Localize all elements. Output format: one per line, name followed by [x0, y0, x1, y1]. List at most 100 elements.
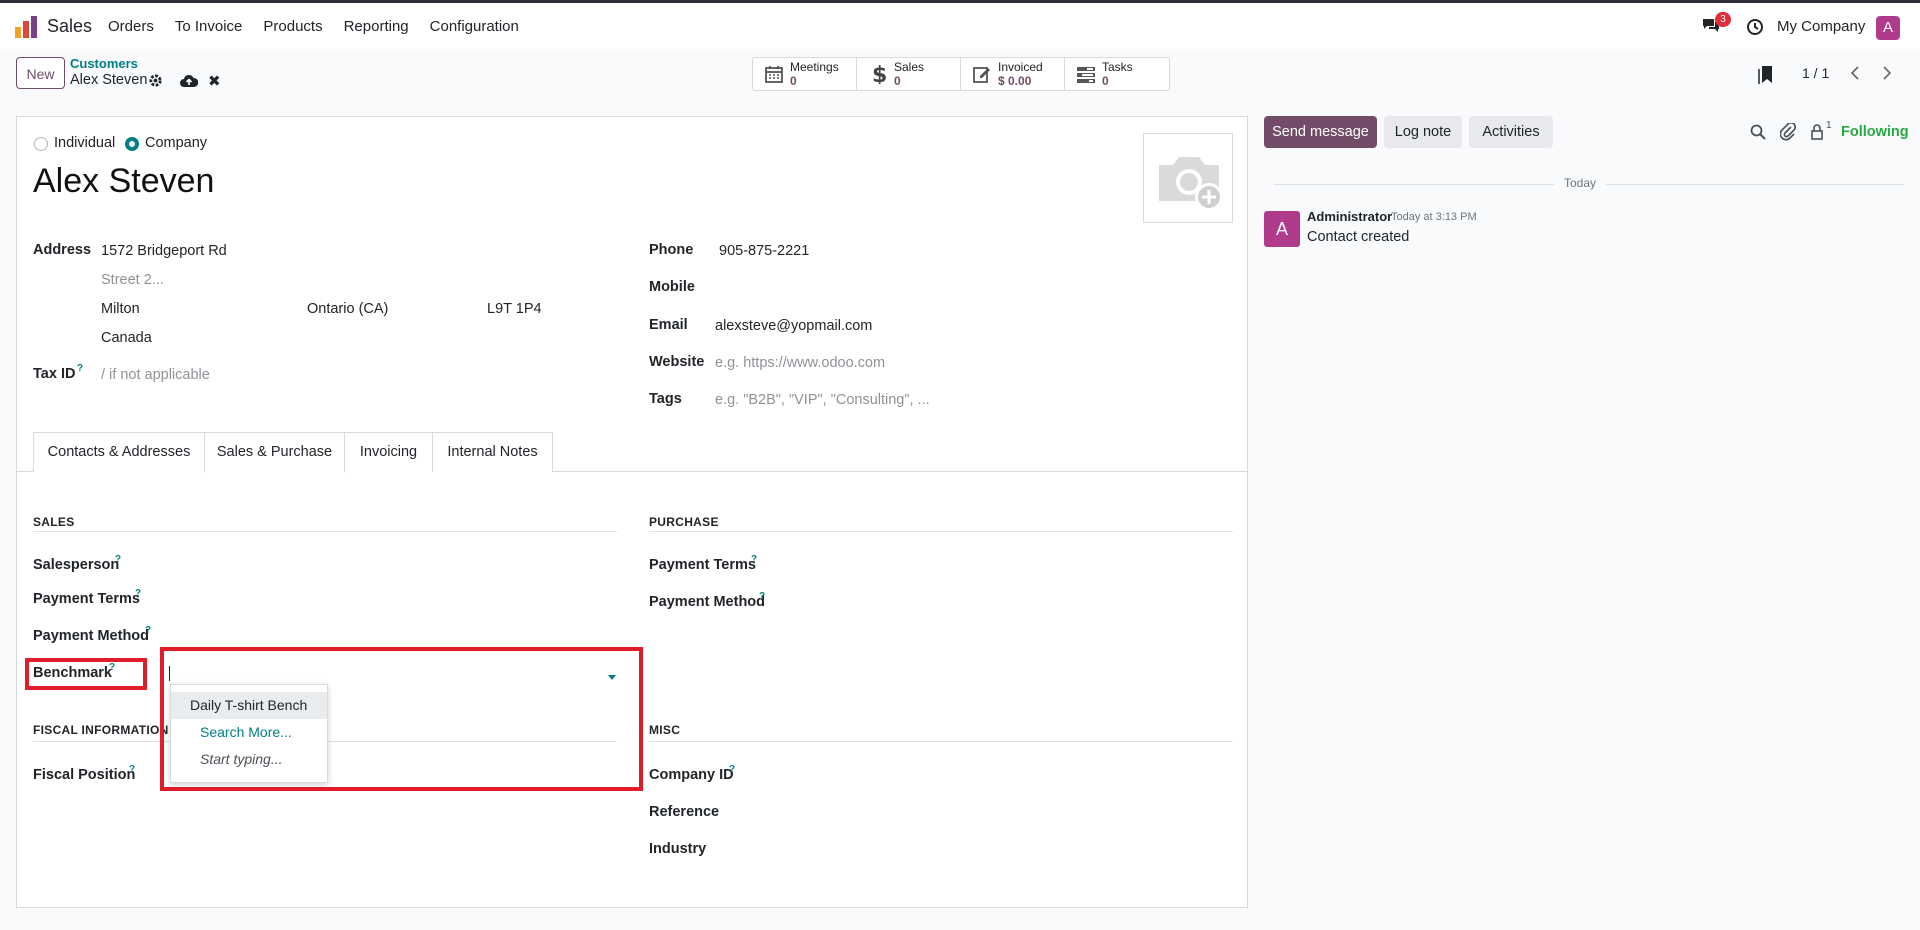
city-field[interactable]: Milton [101, 301, 140, 317]
phone-field[interactable]: 905-875-2221 [719, 243, 809, 259]
save-cloud-icon[interactable] [180, 74, 198, 88]
discard-icon[interactable]: ✖ [208, 72, 221, 90]
tags-label: Tags [649, 391, 682, 407]
app-name[interactable]: Sales [47, 16, 92, 37]
help-tooltip-icon[interactable]: ? [751, 554, 757, 565]
help-tooltip-icon[interactable]: ? [129, 764, 135, 775]
help-tooltip-icon[interactable]: ? [145, 625, 151, 636]
message-author-avatar[interactable]: A [1264, 211, 1300, 247]
form-sheet: Individual Company Alex Steven Address 1… [16, 116, 1248, 908]
sales-app-logo-icon[interactable] [14, 15, 38, 39]
gear-icon[interactable] [148, 73, 163, 88]
sales-payment-terms-label: Payment Terms [33, 591, 140, 607]
main-menu: Orders To Invoice Products Reporting Con… [108, 18, 540, 35]
invoiced-value: $ 0.00 [998, 74, 1032, 88]
message-body: Contact created [1307, 229, 1410, 245]
activities-button[interactable]: Activities [1469, 116, 1553, 148]
radio-company-label[interactable]: Company [145, 135, 207, 151]
fiscal-section-title: FISCAL INFORMATION [33, 723, 169, 737]
message-time: Today at 3:13 PM [1391, 211, 1477, 223]
website-label: Website [649, 354, 705, 370]
menu-products[interactable]: Products [263, 18, 322, 35]
salesperson-label: Salesperson [33, 557, 120, 573]
company-id-label: Company ID [649, 767, 734, 783]
tags-field[interactable]: e.g. "B2B", "VIP", "Consulting", ... [715, 392, 930, 408]
chatter-panel: Send message Log note Activities 1 Follo… [1264, 116, 1909, 816]
help-tooltip-icon[interactable]: ? [77, 363, 83, 374]
zip-field[interactable]: L9T 1P4 [487, 301, 542, 317]
sales-smart-button[interactable]: $ Sales 0 [857, 58, 961, 90]
search-icon[interactable] [1750, 124, 1766, 140]
street-field[interactable]: 1572 Bridgeport Rd [101, 243, 227, 259]
dropdown-search-more[interactable]: Search More... [171, 719, 327, 746]
tasks-value: 0 [1102, 74, 1109, 88]
meetings-smart-button[interactable]: Meetings 0 [753, 58, 857, 90]
dollar-icon: $ [872, 64, 887, 84]
email-field[interactable]: alexsteve@yopmail.com [715, 318, 872, 334]
help-tooltip-icon[interactable]: ? [729, 764, 735, 775]
image-upload[interactable] [1143, 133, 1233, 223]
control-panel: New Customers Alex Steven ✖ Meetings 0 $… [0, 49, 1920, 107]
sales-divider [33, 531, 617, 532]
invoiced-smart-button[interactable]: Invoiced $ 0.00 [961, 58, 1065, 90]
misc-section-title: MISC [649, 723, 681, 737]
meetings-label: Meetings [790, 60, 839, 74]
help-tooltip-icon[interactable]: ? [135, 588, 141, 599]
date-separator-label: Today [1554, 176, 1607, 190]
partner-name-field[interactable]: Alex Steven [33, 162, 214, 201]
bookmark-icon[interactable] [1758, 65, 1774, 85]
industry-label: Industry [649, 841, 707, 857]
paperclip-icon[interactable] [1780, 123, 1796, 141]
dropdown-option-daily-tshirt-bench[interactable]: Daily T-shirt Bench [171, 692, 327, 719]
breadcrumb-customers[interactable]: Customers [70, 56, 138, 71]
radio-company[interactable] [125, 137, 139, 151]
chevron-right-icon[interactable] [1875, 62, 1897, 84]
tasks-smart-button[interactable]: Tasks 0 [1065, 58, 1169, 90]
radio-individual[interactable] [34, 137, 48, 151]
tax-id-field[interactable]: / if not applicable [101, 367, 210, 383]
pencil-square-icon [973, 67, 990, 83]
following-button[interactable]: Following [1841, 124, 1909, 140]
log-note-button[interactable]: Log note [1384, 116, 1462, 148]
menu-reporting[interactable]: Reporting [344, 18, 409, 35]
clock-icon[interactable] [1746, 18, 1764, 36]
pager-value[interactable]: 1 / 1 [1802, 65, 1829, 81]
sales-payment-method-label: Payment Method [33, 628, 150, 644]
message-author[interactable]: Administrator [1307, 209, 1392, 224]
tab-contacts-addresses[interactable]: Contacts & Addresses [33, 432, 205, 472]
reference-label: Reference [649, 804, 720, 820]
top-navbar: Sales Orders To Invoice Products Reporti… [0, 3, 1920, 49]
tasks-label: Tasks [1102, 60, 1133, 74]
notebook-tabs: Contacts & Addresses Sales & Purchase In… [17, 432, 1247, 473]
tab-internal-notes[interactable]: Internal Notes [432, 432, 553, 472]
benchmark-autocomplete-dropdown: Daily T-shirt Bench Search More... Start… [170, 684, 328, 783]
help-tooltip-icon[interactable]: ? [759, 591, 765, 602]
street2-field[interactable]: Street 2... [101, 272, 164, 288]
country-field[interactable]: Canada [101, 330, 152, 346]
sales-label: Sales [894, 60, 925, 74]
calendar-icon [765, 66, 783, 83]
tab-invoicing[interactable]: Invoicing [344, 432, 433, 472]
camera-plus-icon [1159, 157, 1223, 211]
chevron-left-icon[interactable] [1845, 62, 1867, 84]
radio-individual-label[interactable]: Individual [54, 135, 115, 151]
help-tooltip-icon[interactable]: ? [115, 554, 121, 565]
menu-configuration[interactable]: Configuration [430, 18, 519, 35]
menu-orders[interactable]: Orders [108, 18, 154, 35]
breadcrumb-current: Alex Steven [70, 72, 148, 88]
tax-id-label: Tax ID [33, 366, 76, 382]
website-field[interactable]: e.g. https://www.odoo.com [715, 355, 885, 371]
chat-count-badge: 3 [1715, 12, 1731, 27]
fiscal-position-label: Fiscal Position [33, 767, 136, 783]
state-field[interactable]: Ontario (CA) [307, 301, 388, 317]
tab-sales-purchase[interactable]: Sales & Purchase [204, 432, 345, 473]
new-button[interactable]: New [16, 57, 65, 89]
send-message-button[interactable]: Send message [1264, 116, 1377, 148]
company-switcher[interactable]: My Company [1777, 18, 1865, 35]
user-avatar[interactable]: A [1876, 16, 1900, 40]
sales-value: 0 [894, 74, 901, 88]
purchase-section-title: PURCHASE [649, 515, 719, 529]
lock-followers-icon[interactable] [1810, 123, 1824, 141]
sales-section-title: SALES [33, 515, 75, 529]
menu-to-invoice[interactable]: To Invoice [175, 18, 243, 35]
